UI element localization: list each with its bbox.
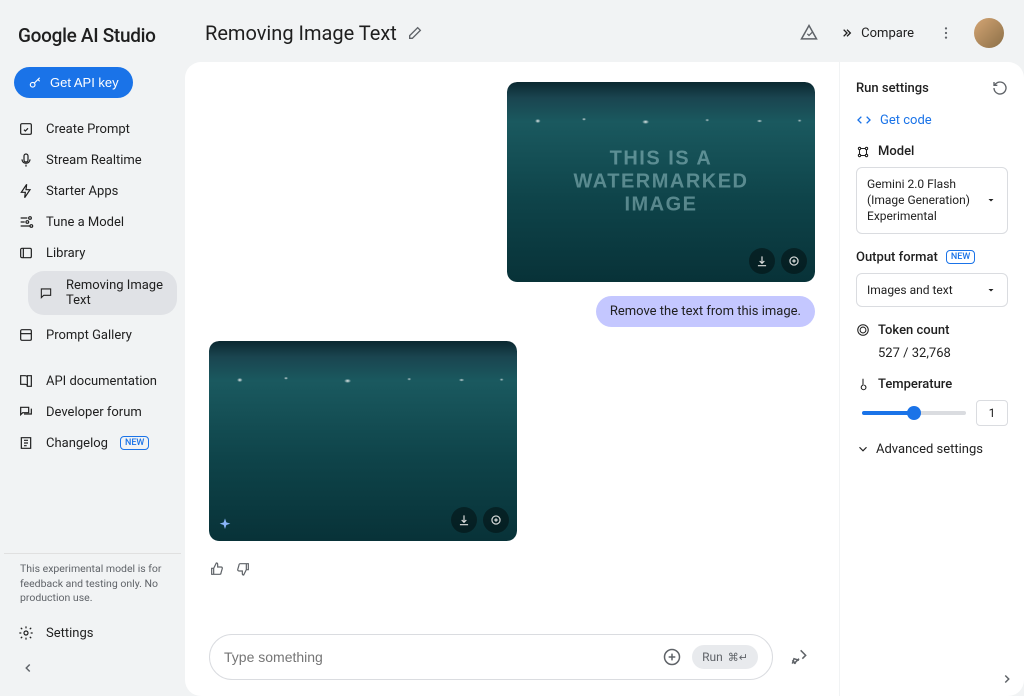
- sidebar-item-settings[interactable]: Settings: [8, 618, 177, 648]
- sidebar-item-prompt-gallery[interactable]: Prompt Gallery: [8, 320, 177, 350]
- chat-icon: [38, 285, 54, 301]
- sparkle-icon: [217, 517, 233, 533]
- topbar: Removing Image Text Compare: [185, 0, 1024, 62]
- sidebar-item-label: API documentation: [46, 374, 157, 389]
- thumbs-up-button[interactable]: [209, 561, 225, 577]
- watermark-text: THIS IS A WATERMARKED IMAGE: [573, 148, 748, 217]
- compare-icon: [839, 25, 855, 41]
- advanced-settings-toggle[interactable]: Advanced settings: [856, 442, 1008, 457]
- gear-icon: [18, 625, 34, 641]
- download-image-button[interactable]: [749, 248, 775, 274]
- sidebar-item-api-docs[interactable]: API documentation: [8, 366, 177, 396]
- output-format-value: Images and text: [867, 282, 985, 298]
- run-label: Run: [702, 650, 723, 664]
- advanced-settings-label: Advanced settings: [876, 442, 983, 457]
- chevron-down-icon: [985, 284, 997, 296]
- book-icon: [18, 373, 34, 389]
- edit-square-icon: [18, 121, 34, 137]
- sidebar: Google AI Studio Get API key Create Prom…: [0, 0, 185, 696]
- compare-label: Compare: [861, 26, 914, 41]
- model-select[interactable]: Gemini 2.0 Flash (Image Generation) Expe…: [856, 167, 1008, 234]
- get-api-key-label: Get API key: [50, 75, 119, 90]
- collapse-sidebar-button[interactable]: [14, 654, 42, 682]
- gallery-icon: [18, 327, 34, 343]
- output-format-select[interactable]: Images and text: [856, 273, 1008, 307]
- feedback-row: [209, 555, 815, 577]
- thumbs-down-button[interactable]: [235, 561, 251, 577]
- reset-settings-button[interactable]: [992, 80, 1008, 96]
- sidebar-item-label: Prompt Gallery: [46, 328, 132, 343]
- get-code-label: Get code: [880, 113, 932, 128]
- chat-panel: THIS IS A WATERMARKED IMAGE: [185, 62, 839, 696]
- run-button[interactable]: Run ⌘↵: [692, 645, 758, 669]
- log-icon: [18, 435, 34, 451]
- sidebar-item-label: Tune a Model: [46, 215, 124, 230]
- temperature-slider[interactable]: [862, 411, 966, 415]
- bolt-icon: [18, 183, 34, 199]
- forum-icon: [18, 404, 34, 420]
- settings-title: Run settings: [856, 81, 929, 96]
- safety-icon[interactable]: [799, 23, 819, 43]
- sidebar-item-changelog[interactable]: Changelog NEW: [8, 428, 177, 458]
- sidebar-item-starter-apps[interactable]: Starter Apps: [8, 176, 177, 206]
- tune-icon: [18, 214, 34, 230]
- sidebar-subitem-label: Removing Image Text: [66, 278, 167, 308]
- sidebar-item-tune-model[interactable]: Tune a Model: [8, 207, 177, 237]
- model-icon: [856, 145, 870, 159]
- disclaimer-text: This experimental model is for feedback …: [4, 553, 181, 614]
- sidebar-item-label: Stream Realtime: [46, 153, 142, 168]
- sidebar-item-library[interactable]: Library: [8, 238, 177, 268]
- new-badge: NEW: [120, 436, 149, 450]
- sidebar-item-label: Starter Apps: [46, 184, 118, 199]
- sidebar-item-label: Library: [46, 246, 85, 261]
- temperature-icon: [856, 377, 870, 391]
- sidebar-item-dev-forum[interactable]: Developer forum: [8, 397, 177, 427]
- prompt-input[interactable]: [224, 649, 652, 665]
- download-image-button[interactable]: [451, 507, 477, 533]
- mic-icon: [18, 152, 34, 168]
- chevron-down-icon: [985, 194, 997, 206]
- page-title: Removing Image Text: [205, 21, 397, 45]
- expand-settings-button[interactable]: [1000, 672, 1014, 686]
- user-message-bubble: Remove the text from this image.: [596, 296, 815, 327]
- sidebar-item-label: Settings: [46, 626, 93, 641]
- token-count-value: 527 / 32,768: [856, 346, 1008, 361]
- sidebar-item-label: Developer forum: [46, 405, 142, 420]
- prompt-input-container: Run ⌘↵: [209, 634, 773, 680]
- sidebar-item-create-prompt[interactable]: Create Prompt: [8, 114, 177, 144]
- get-code-button[interactable]: Get code: [856, 112, 1008, 128]
- sidebar-item-stream-realtime[interactable]: Stream Realtime: [8, 145, 177, 175]
- sidebar-subitem-removing-image-text[interactable]: Removing Image Text: [28, 271, 177, 315]
- attach-button[interactable]: [662, 647, 682, 667]
- temperature-value[interactable]: 1: [976, 400, 1008, 426]
- token-icon: [856, 323, 870, 337]
- more-menu-button[interactable]: [934, 21, 958, 45]
- output-format-label: Output format: [856, 250, 938, 265]
- compare-button[interactable]: Compare: [829, 19, 924, 47]
- model-value: Gemini 2.0 Flash (Image Generation) Expe…: [867, 176, 985, 225]
- clear-chat-button[interactable]: [783, 641, 815, 673]
- user-avatar[interactable]: [974, 18, 1004, 48]
- model-label: Model: [878, 144, 914, 159]
- key-icon: [28, 76, 42, 90]
- chevron-down-icon: [856, 442, 870, 456]
- expand-image-button[interactable]: [483, 507, 509, 533]
- sidebar-item-label: Create Prompt: [46, 122, 130, 137]
- app-logo: Google AI Studio: [0, 16, 185, 67]
- run-settings-panel: Run settings Get code Model Gemini 2.0 F…: [839, 62, 1024, 696]
- token-count-label: Token count: [878, 323, 949, 338]
- get-api-key-button[interactable]: Get API key: [14, 67, 133, 98]
- input-image-message: THIS IS A WATERMARKED IMAGE: [507, 82, 815, 282]
- sidebar-item-label: Changelog: [46, 436, 108, 451]
- edit-title-button[interactable]: [407, 25, 423, 41]
- expand-image-button[interactable]: [781, 248, 807, 274]
- output-image-message: [209, 341, 517, 541]
- new-badge: NEW: [946, 250, 975, 264]
- temperature-label: Temperature: [878, 377, 952, 392]
- run-shortcut: ⌘↵: [728, 651, 748, 664]
- code-icon: [856, 112, 872, 128]
- library-icon: [18, 245, 34, 261]
